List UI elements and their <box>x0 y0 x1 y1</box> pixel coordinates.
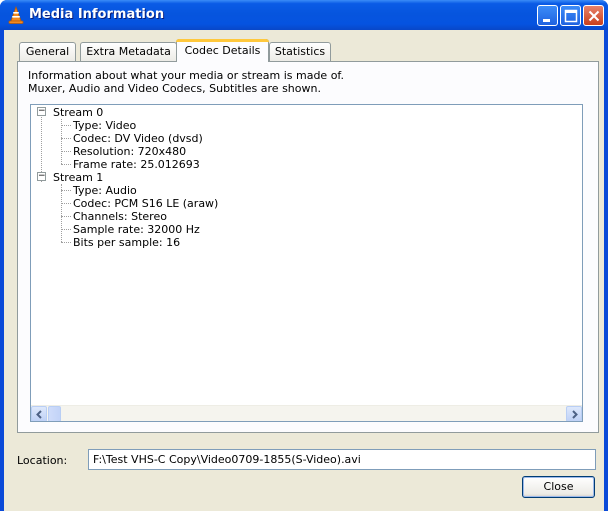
scroll-right-button[interactable] <box>566 406 582 421</box>
scroll-thumb[interactable] <box>48 406 61 421</box>
info-line-2: Muxer, Audio and Video Codecs, Subtitles… <box>28 82 321 95</box>
stream-1-detail[interactable]: Type: Audio <box>73 184 137 197</box>
horizontal-scrollbar[interactable] <box>31 405 582 421</box>
tree-connector <box>61 184 62 242</box>
tree-connector <box>61 229 71 230</box>
codec-info-text: Information about what your media or str… <box>28 69 344 95</box>
tree-connector <box>61 216 71 217</box>
codec-tree[interactable]: − Stream 0 Type: Video Codec: DV Video (… <box>30 104 583 422</box>
location-label: Location: <box>17 454 68 467</box>
title-bar[interactable]: Media Information <box>0 0 608 30</box>
stream-1-label[interactable]: Stream 1 <box>53 171 103 184</box>
stream-0-label[interactable]: Stream 0 <box>53 106 103 119</box>
tab-general[interactable]: General <box>19 42 76 61</box>
vlc-cone-icon <box>8 6 24 24</box>
info-line-1: Information about what your media or str… <box>28 69 344 82</box>
scroll-left-button[interactable] <box>31 406 47 421</box>
chevron-left-icon <box>36 410 42 419</box>
tab-codec-details[interactable]: Codec Details <box>176 39 269 62</box>
maximize-icon <box>564 9 578 23</box>
dialog-body: General Extra Metadata Codec Details Sta… <box>4 30 604 511</box>
stream-1-detail[interactable]: Sample rate: 32000 Hz <box>73 223 200 236</box>
minimize-icon <box>543 19 550 22</box>
tab-extra-metadata[interactable]: Extra Metadata <box>80 42 177 61</box>
tab-statistics[interactable]: Statistics <box>269 42 331 61</box>
close-button[interactable]: Close <box>522 476 595 498</box>
minimize-button[interactable] <box>537 5 558 26</box>
location-field[interactable]: F:\Test VHS-C Copy\Video0709-1855(S-Vide… <box>88 449 596 470</box>
tree-connector <box>61 203 71 204</box>
collapse-stream-0-icon[interactable]: − <box>37 107 46 116</box>
tree-connector <box>61 138 71 139</box>
codec-details-panel: Information about what your media or str… <box>17 61 599 433</box>
tree-connector <box>61 242 71 243</box>
chevron-right-icon <box>572 410 578 419</box>
stream-0-detail[interactable]: Resolution: 720x480 <box>73 145 186 158</box>
stream-0-detail[interactable]: Frame rate: 25.012693 <box>73 158 200 171</box>
window-title: Media Information <box>29 7 165 22</box>
tree-connector <box>61 151 71 152</box>
stream-1-detail[interactable]: Codec: PCM S16 LE (araw) <box>73 197 218 210</box>
tree-connector <box>61 125 71 126</box>
close-window-button[interactable] <box>583 5 604 26</box>
stream-1-detail[interactable]: Bits per sample: 16 <box>73 236 180 249</box>
stream-0-detail[interactable]: Codec: DV Video (dvsd) <box>73 132 203 145</box>
close-icon <box>588 10 600 22</box>
tree-connector <box>61 164 71 165</box>
stream-0-detail[interactable]: Type: Video <box>73 119 136 132</box>
collapse-stream-1-icon[interactable]: − <box>37 172 46 181</box>
media-information-window: Media Information General Extra Metadata… <box>0 0 608 511</box>
stream-1-detail[interactable]: Channels: Stereo <box>73 210 167 223</box>
tree-connector <box>61 190 71 191</box>
maximize-button[interactable] <box>560 5 581 26</box>
